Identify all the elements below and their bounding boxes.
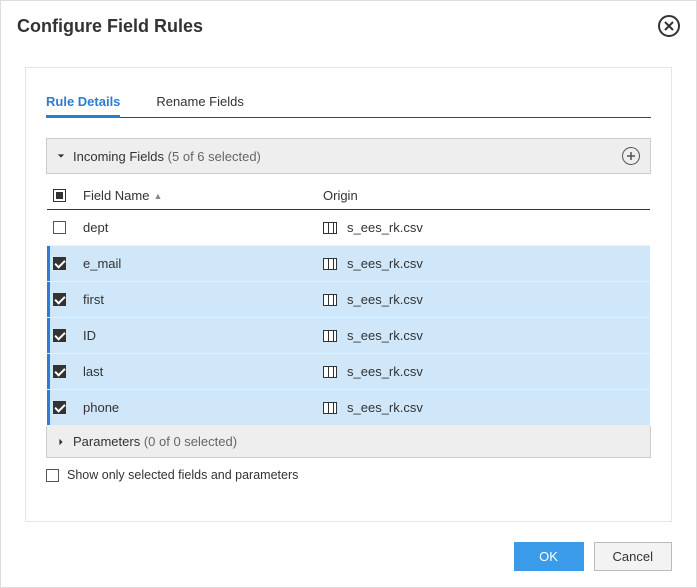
dialog-title: Configure Field Rules — [17, 16, 203, 37]
field-name-cell: first — [83, 292, 323, 307]
row-checkbox[interactable] — [53, 401, 66, 414]
table-row[interactable]: last s_ees_rk.csv — [47, 354, 650, 390]
field-name-cell: last — [83, 364, 323, 379]
tab-rule-details[interactable]: Rule Details — [46, 88, 120, 117]
field-name-label: e_mail — [83, 256, 121, 271]
origin-label: s_ees_rk.csv — [347, 400, 423, 415]
field-name-cell: phone — [83, 400, 323, 415]
dialog-body: Rule Details Rename Fields Incoming Fiel… — [1, 47, 696, 542]
origin-label: s_ees_rk.csv — [347, 328, 423, 343]
field-name-cell: dept — [83, 220, 323, 235]
field-name-label: first — [83, 292, 104, 307]
table-header: Field Name ▲ Origin — [47, 180, 650, 210]
close-button[interactable] — [658, 15, 680, 37]
dialog-footer: OK Cancel — [1, 542, 696, 587]
row-checkbox-cell[interactable] — [53, 329, 83, 342]
field-name-label: ID — [83, 328, 96, 343]
row-checkbox-cell[interactable] — [53, 221, 83, 234]
origin-label: s_ees_rk.csv — [347, 256, 423, 271]
dialog-header: Configure Field Rules — [1, 1, 696, 47]
tabs: Rule Details Rename Fields — [46, 88, 651, 118]
row-checkbox[interactable] — [53, 365, 66, 378]
field-name-label: phone — [83, 400, 119, 415]
origin-cell: s_ees_rk.csv — [323, 220, 644, 235]
add-button[interactable] — [622, 147, 640, 165]
fields-table: Field Name ▲ Origin depts_ees_rk.csve_ma… — [46, 174, 651, 426]
table-row[interactable]: dept s_ees_rk.csv — [47, 210, 650, 246]
field-name-label: last — [83, 364, 103, 379]
parameters-count: (0 of 0 selected) — [144, 434, 237, 449]
table-row[interactable]: ID s_ees_rk.csv — [47, 318, 650, 354]
table-icon — [323, 222, 337, 234]
row-checkbox-cell[interactable] — [53, 257, 83, 270]
configure-field-rules-dialog: Configure Field Rules Rule Details Renam… — [0, 0, 697, 588]
cancel-button[interactable]: Cancel — [594, 542, 672, 571]
select-all-checkbox-icon — [53, 189, 66, 202]
close-icon — [664, 21, 674, 31]
field-name-cell: ID — [83, 328, 323, 343]
field-name-label: dept — [83, 220, 108, 235]
origin-cell: s_ees_rk.csv — [323, 328, 644, 343]
show-selected-checkbox[interactable] — [46, 469, 59, 482]
table-icon — [323, 294, 337, 306]
origin-label: s_ees_rk.csv — [347, 220, 423, 235]
origin-cell: s_ees_rk.csv — [323, 400, 644, 415]
row-checkbox[interactable] — [53, 293, 66, 306]
row-checkbox[interactable] — [53, 257, 66, 270]
tab-rename-fields[interactable]: Rename Fields — [156, 88, 243, 117]
table-icon — [323, 258, 337, 270]
parameters-header[interactable]: Parameters (0 of 0 selected) — [46, 426, 651, 458]
plus-icon — [626, 151, 636, 161]
incoming-fields-header[interactable]: Incoming Fields (5 of 6 selected) — [46, 138, 651, 174]
column-header-field-name[interactable]: Field Name ▲ — [83, 188, 323, 203]
origin-cell: s_ees_rk.csv — [323, 292, 644, 307]
origin-label: s_ees_rk.csv — [347, 292, 423, 307]
caret-right-icon — [57, 434, 65, 449]
caret-down-icon — [57, 152, 65, 160]
table-row[interactable]: first s_ees_rk.csv — [47, 282, 650, 318]
table-icon — [323, 402, 337, 414]
incoming-fields-count: (5 of 6 selected) — [168, 149, 261, 164]
row-checkbox[interactable] — [53, 329, 66, 342]
table-icon — [323, 366, 337, 378]
select-all-cell[interactable] — [53, 188, 83, 203]
incoming-fields-label: Incoming Fields — [73, 149, 164, 164]
table-body: depts_ees_rk.csve_mails_ees_rk.csvfirsts… — [47, 210, 650, 426]
ok-button[interactable]: OK — [514, 542, 584, 571]
row-checkbox-cell[interactable] — [53, 365, 83, 378]
panel: Rule Details Rename Fields Incoming Fiel… — [25, 67, 672, 522]
origin-cell: s_ees_rk.csv — [323, 364, 644, 379]
table-row[interactable]: e_mail s_ees_rk.csv — [47, 246, 650, 282]
table-icon — [323, 330, 337, 342]
show-selected-label: Show only selected fields and parameters — [67, 468, 298, 482]
column-header-origin[interactable]: Origin — [323, 188, 644, 203]
table-row[interactable]: phone s_ees_rk.csv — [47, 390, 650, 426]
field-name-cell: e_mail — [83, 256, 323, 271]
origin-header-label: Origin — [323, 188, 358, 203]
row-checkbox-cell[interactable] — [53, 401, 83, 414]
origin-cell: s_ees_rk.csv — [323, 256, 644, 271]
filter-row: Show only selected fields and parameters — [46, 468, 651, 482]
field-name-header-label: Field Name — [83, 188, 149, 203]
origin-label: s_ees_rk.csv — [347, 364, 423, 379]
sort-asc-icon: ▲ — [153, 191, 162, 201]
row-checkbox-cell[interactable] — [53, 293, 83, 306]
row-checkbox[interactable] — [53, 221, 66, 234]
parameters-label: Parameters — [73, 434, 140, 449]
